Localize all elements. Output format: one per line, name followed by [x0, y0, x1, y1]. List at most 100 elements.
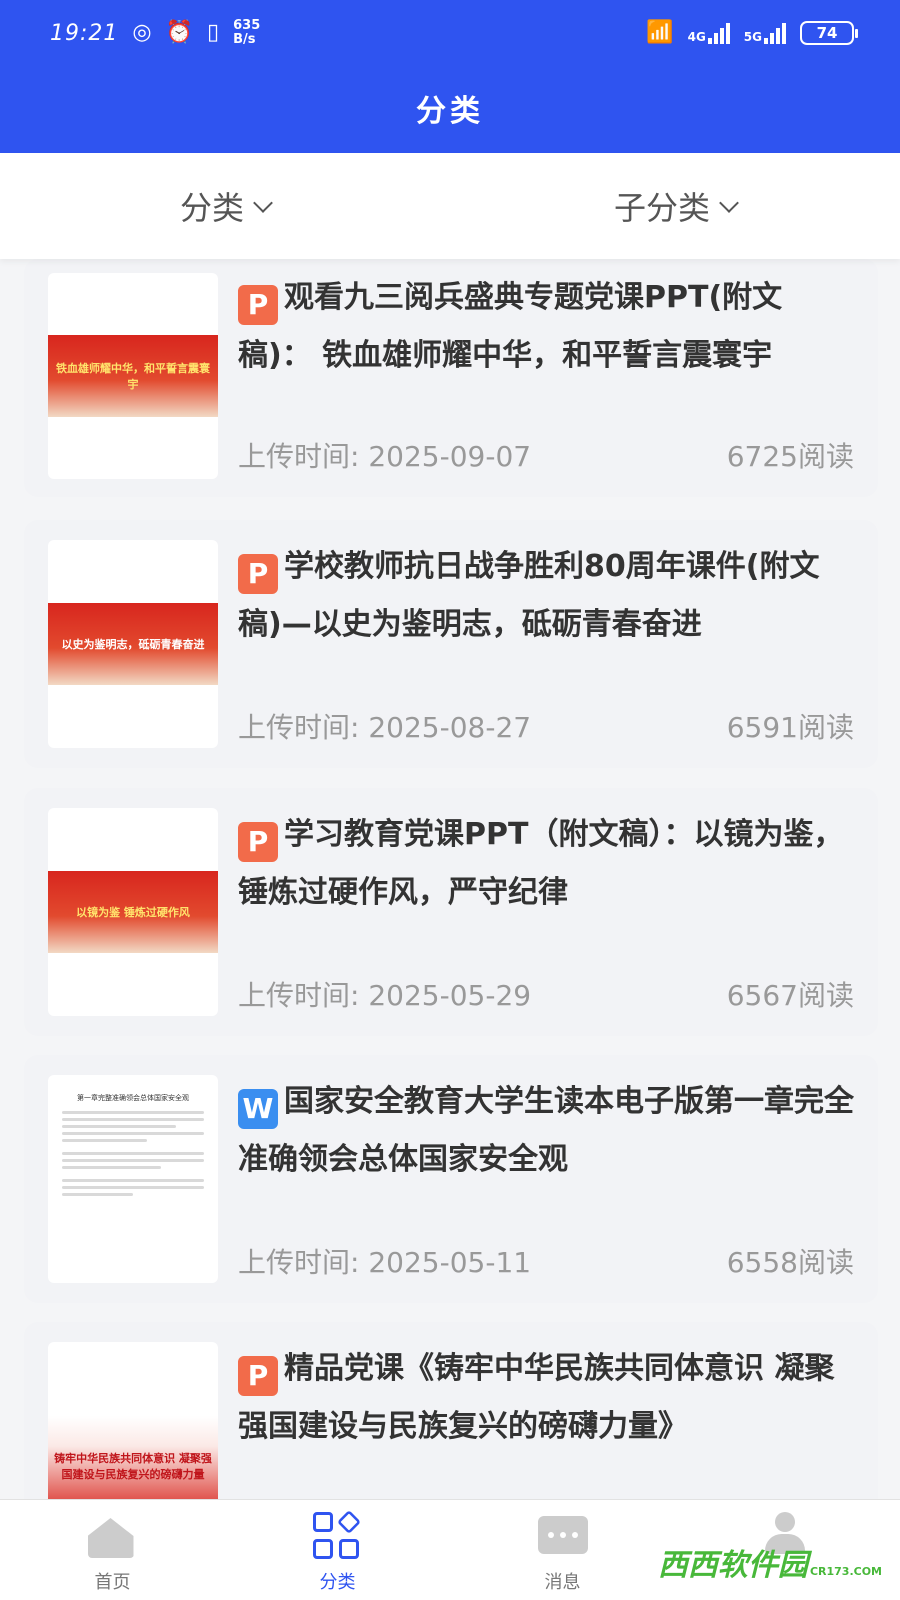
- document-card[interactable]: 以镜为鉴 锤炼过硬作风 P 学习教育党课PPT（附文稿）：以镜为鉴，锤炼过硬作风，…: [24, 788, 878, 1036]
- thumbnail-banner: 铸牢中华民族共同体意识 凝聚强国建设与民族复兴的磅礴力量: [48, 1416, 218, 1499]
- read-count: 6567阅读: [726, 979, 854, 1012]
- card-meta: 上传时间: 2025-05-11 6558阅读: [238, 1241, 854, 1281]
- net-speed-value: 635: [233, 18, 261, 33]
- text-line: [62, 1118, 204, 1121]
- document-title: P 观看九三阅兵盛典专题党课PPT(附文稿)： 铁血雄师耀中华，和平誓言震寰宇: [238, 269, 854, 385]
- document-thumbnail: 以史为鉴明志，砥砺青春奋进: [48, 540, 218, 748]
- home-icon: [87, 1512, 138, 1560]
- hotspot-icon: 📶: [646, 20, 674, 45]
- app-header: 19:21 ◎ ⏰ ▯ 635 B/s 📶 4G 5G 74 分类: [0, 0, 900, 153]
- word-file-icon: W: [238, 1089, 278, 1129]
- document-card[interactable]: 铁血雄师耀中华，和平誓言震寰宇 P 观看九三阅兵盛典专题党课PPT(附文稿)： 铁…: [24, 259, 878, 497]
- card-meta: 上传时间: 2025-05-29 6567阅读: [238, 974, 854, 1014]
- card-body: P 精品党课《铸牢中华民族共同体意识 凝聚强国建设与民族复兴的磅礴力量》: [238, 1340, 854, 1499]
- upload-time: 上传时间: 2025-09-07: [238, 435, 531, 475]
- card-body: P 学习教育党课PPT（附文稿）：以镜为鉴，锤炼过硬作风，严守纪律 上传时间: 2…: [238, 806, 854, 1020]
- status-bar: 19:21 ◎ ⏰ ▯ 635 B/s 📶 4G 5G 74: [0, 0, 900, 66]
- status-right: 📶 4G 5G 74: [646, 20, 858, 45]
- thumbnail-banner: 以镜为鉴 锤炼过硬作风: [48, 871, 218, 953]
- filter-bar: 分类 子分类: [0, 153, 900, 259]
- document-title: W 国家安全教育大学生读本电子版第一章完全准确领会总体国家安全观: [238, 1073, 854, 1189]
- word-document-preview: 第一章完整准确领会总体国家安全观: [48, 1075, 218, 1283]
- thumbnail-title: 铸牢中华民族共同体意识 凝聚强国建设与民族复兴的磅礴力量: [54, 1452, 212, 1481]
- document-thumbnail: 第一章完整准确领会总体国家安全观: [48, 1075, 218, 1283]
- vibrate-icon: ▯: [207, 20, 220, 45]
- subcategory-dropdown[interactable]: 子分类: [450, 183, 900, 229]
- category-icon: [312, 1509, 363, 1560]
- nav-home-label: 首页: [94, 1572, 131, 1593]
- thumbnail-banner: 以史为鉴明志，砥砺青春奋进: [48, 603, 218, 685]
- document-title: P 精品党课《铸牢中华民族共同体意识 凝聚强国建设与民族复兴的磅礴力量》: [238, 1340, 854, 1456]
- document-title-text: 学校教师抗日战争胜利80周年课件(附文稿)—以史为鉴明志，砥砺青春奋进: [238, 549, 820, 642]
- upload-time: 上传时间: 2025-08-27: [238, 706, 531, 746]
- text-line: [62, 1179, 204, 1182]
- network-type-2: 5G: [743, 30, 762, 44]
- upload-time: 上传时间: 2025-05-29: [238, 974, 531, 1014]
- nav-message-label: 消息: [544, 1572, 581, 1593]
- watermark-sub: CR173.COM: [809, 1565, 882, 1578]
- subcategory-dropdown-label: 子分类: [613, 189, 710, 227]
- net-speed-unit: B/s: [233, 32, 256, 47]
- watermark-logo: 西西软件园 CR173.COM: [658, 1540, 882, 1584]
- read-count: 6725阅读: [726, 440, 854, 473]
- category-dropdown[interactable]: 分类: [0, 183, 450, 229]
- upload-time-label: 上传时间:: [238, 711, 369, 744]
- document-title-text: 学习教育党课PPT（附文稿）：以镜为鉴，锤炼过硬作风，严守纪律: [238, 817, 844, 910]
- thumbnail-title: 以镜为鉴 锤炼过硬作风: [76, 906, 190, 919]
- chevron-down-icon: [719, 193, 739, 213]
- network-type-1: 4G: [687, 30, 706, 44]
- battery-indicator: 74: [800, 21, 858, 45]
- status-time: 19:21: [50, 20, 119, 46]
- chevron-down-icon: [253, 193, 273, 213]
- document-card[interactable]: 以史为鉴明志，砥砺青春奋进 P 学校教师抗日战争胜利80周年课件(附文稿)—以史为…: [24, 520, 878, 768]
- status-left: 19:21 ◎ ⏰ ▯ 635 B/s: [50, 19, 260, 47]
- nav-category[interactable]: 分类: [225, 1500, 450, 1600]
- ppt-file-icon: P: [238, 554, 278, 594]
- ppt-file-icon: P: [238, 822, 278, 862]
- nav-category-label: 分类: [319, 1572, 356, 1593]
- text-line: [62, 1132, 204, 1135]
- ppt-file-icon: P: [238, 1356, 278, 1396]
- document-title: P 学校教师抗日战争胜利80周年课件(附文稿)—以史为鉴明志，砥砺青春奋进: [238, 538, 854, 654]
- thumbnail-banner: 铁血雄师耀中华，和平誓言震寰宇: [48, 335, 218, 417]
- text-line: [62, 1186, 204, 1189]
- signal-bars-icon: [764, 22, 786, 44]
- document-title-text: 观看九三阅兵盛典专题党课PPT(附文稿)： 铁血雄师耀中华，和平誓言震寰宇: [238, 280, 783, 373]
- document-card[interactable]: 第一章完整准确领会总体国家安全观 W 国家安全教育大学生读本电子版第一章完全准确领…: [24, 1055, 878, 1303]
- upload-date: 2025-05-29: [368, 979, 532, 1012]
- card-body: P 观看九三阅兵盛典专题党课PPT(附文稿)： 铁血雄师耀中华，和平誓言震寰宇 上…: [238, 269, 854, 481]
- page-title: 分类: [416, 94, 484, 129]
- document-title: P 学习教育党课PPT（附文稿）：以镜为鉴，锤炼过硬作风，严守纪律: [238, 806, 854, 922]
- watermark-text: 西西软件园: [657, 1548, 808, 1583]
- net-speed: 635 B/s: [233, 19, 260, 47]
- document-thumbnail: 铁血雄师耀中华，和平誓言震寰宇: [48, 273, 218, 479]
- text-line: [62, 1125, 176, 1128]
- document-thumbnail: 以镜为鉴 锤炼过硬作风: [48, 808, 218, 1016]
- text-line: [62, 1193, 133, 1196]
- document-thumbnail: 铸牢中华民族共同体意识 凝聚强国建设与民族复兴的磅礴力量: [48, 1342, 218, 1499]
- upload-date: 2025-08-27: [368, 711, 532, 744]
- text-line: [62, 1166, 162, 1169]
- nav-home[interactable]: 首页: [0, 1500, 225, 1600]
- ppt-file-icon: P: [238, 285, 278, 325]
- thumbnail-title: 铁血雄师耀中华，和平誓言震寰宇: [56, 362, 210, 391]
- nav-message[interactable]: 消息: [450, 1500, 675, 1600]
- signal-2: 5G: [744, 22, 786, 44]
- text-line: [62, 1111, 204, 1114]
- text-line: [62, 1159, 204, 1162]
- document-list[interactable]: 铁血雄师耀中华，和平誓言震寰宇 P 观看九三阅兵盛典专题党课PPT(附文稿)： 铁…: [0, 259, 900, 1499]
- app-notification-icon: ◎: [132, 20, 152, 45]
- thumbnail-title: 以史为鉴明志，砥砺青春奋进: [61, 638, 205, 651]
- card-body: W 国家安全教育大学生读本电子版第一章完全准确领会总体国家安全观 上传时间: 20…: [238, 1073, 854, 1287]
- alarm-icon: ⏰: [165, 20, 194, 45]
- text-line: [62, 1139, 148, 1142]
- document-card[interactable]: 铸牢中华民族共同体意识 凝聚强国建设与民族复兴的磅礴力量 P 精品党课《铸牢中华民…: [24, 1322, 878, 1499]
- text-line: [62, 1152, 204, 1155]
- signal-bars-icon: [707, 22, 730, 44]
- card-body: P 学校教师抗日战争胜利80周年课件(附文稿)—以史为鉴明志，砥砺青春奋进 上传时…: [238, 538, 854, 752]
- category-dropdown-label: 分类: [179, 189, 244, 227]
- signal-1: 4G: [688, 22, 730, 44]
- upload-time-label: 上传时间:: [238, 440, 369, 473]
- card-meta: 上传时间: 2025-09-07 6725阅读: [238, 435, 854, 475]
- card-meta: 上传时间: 2025-08-27 6591阅读: [238, 706, 854, 746]
